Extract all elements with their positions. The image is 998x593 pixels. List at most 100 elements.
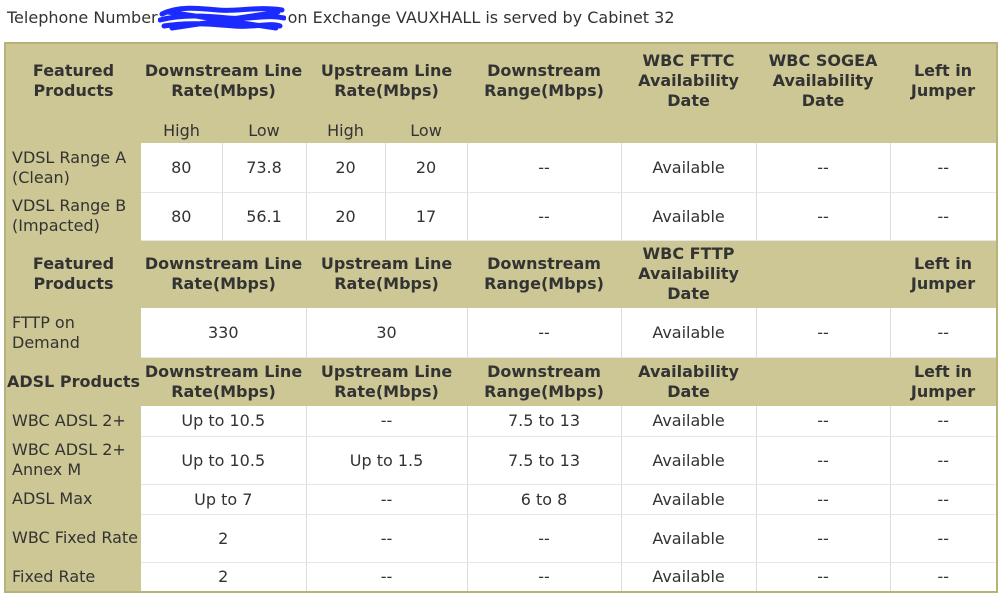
left-in-jumper: --	[890, 192, 998, 241]
table-row: Fixed Rate 2 -- -- Available -- --	[5, 562, 998, 593]
downstream-range: 6 to 8	[467, 484, 622, 515]
col-wbc-sogea-date: WBC SOGEA Availability Date	[756, 43, 891, 118]
fttp-availability: Available	[621, 308, 757, 358]
upstream-rate: --	[306, 484, 468, 515]
left-in-jumper: --	[890, 562, 998, 593]
adsl-header-row: ADSL Products Downstream Line Rate(Mbps)…	[5, 357, 998, 406]
downstream-low: 56.1	[222, 192, 307, 241]
product-name: VDSL Range A (Clean)	[5, 143, 141, 192]
col-upstream-line-rate: Upstream Line Rate(Mbps)	[306, 357, 468, 406]
subheader-blank	[467, 118, 622, 143]
upstream-rate: 30	[306, 308, 468, 358]
downstream-range: --	[467, 143, 622, 193]
broadband-availability-table: Featured Products Downstream Line Rate(M…	[4, 42, 998, 593]
col-upstream-line-rate: Upstream Line Rate(Mbps)	[306, 43, 468, 118]
table-row: VDSL Range A (Clean) 80 73.8 20 20 -- Av…	[5, 143, 998, 193]
extra-availability: --	[756, 436, 891, 485]
subheader-up-high: High	[306, 118, 386, 143]
downstream-rate: Up to 10.5	[141, 406, 307, 437]
extra-availability: --	[756, 308, 891, 358]
upstream-rate: --	[306, 406, 468, 437]
subheader-up-low: Low	[385, 118, 468, 143]
col-downstream-line-rate: Downstream Line Rate(Mbps)	[141, 43, 307, 118]
sogea-availability: --	[756, 192, 891, 241]
extra-availability: --	[756, 484, 891, 515]
fttp-header-row: Featured Products Downstream Line Rate(M…	[5, 240, 998, 308]
summary-prefix: Telephone Number	[7, 8, 158, 27]
sogea-availability: --	[756, 143, 891, 193]
col-downstream-range: Downstream Range(Mbps)	[467, 43, 622, 118]
extra-availability: --	[756, 406, 891, 437]
product-name: ADSL Max	[5, 484, 141, 514]
downstream-range: --	[467, 192, 622, 241]
downstream-high: 80	[141, 143, 223, 193]
subheader-blank	[621, 118, 757, 143]
col-downstream-line-rate: Downstream Line Rate(Mbps)	[141, 357, 307, 406]
downstream-low: 73.8	[222, 143, 307, 193]
col-adsl-products: ADSL Products	[5, 357, 141, 406]
upstream-rate: --	[306, 562, 468, 593]
col-downstream-range: Downstream Range(Mbps)	[467, 240, 622, 308]
product-name: VDSL Range B (Impacted)	[5, 192, 141, 240]
col-left-in-jumper: Left in Jumper	[890, 357, 998, 406]
col-wbc-fttp-date: WBC FTTP Availability Date	[621, 240, 757, 308]
downstream-rate: Up to 10.5	[141, 436, 307, 485]
downstream-rate: 2	[141, 562, 307, 593]
product-name: FTTP on Demand	[5, 308, 141, 357]
availability: Available	[621, 514, 757, 563]
product-name: WBC ADSL 2+ Annex M	[5, 436, 141, 484]
downstream-range: 7.5 to 13	[467, 436, 622, 485]
subheader-down-low: Low	[222, 118, 307, 143]
downstream-range: --	[467, 308, 622, 358]
col-blank	[756, 357, 891, 406]
left-in-jumper: --	[890, 406, 998, 437]
availability: Available	[621, 484, 757, 515]
rate-subheader-row: High Low High Low	[5, 118, 998, 143]
upstream-low: 17	[385, 192, 468, 241]
table-row: WBC ADSL 2+ Annex M Up to 10.5 Up to 1.5…	[5, 436, 998, 485]
col-featured-products: Featured Products	[5, 43, 141, 118]
product-name: WBC ADSL 2+	[5, 406, 141, 436]
upstream-high: 20	[306, 192, 386, 241]
availability: Available	[621, 406, 757, 437]
product-name: WBC Fixed Rate	[5, 514, 141, 562]
table-row: WBC Fixed Rate 2 -- -- Available -- --	[5, 514, 998, 563]
col-upstream-line-rate: Upstream Line Rate(Mbps)	[306, 240, 468, 308]
extra-availability: --	[756, 562, 891, 593]
col-left-in-jumper: Left in Jumper	[890, 240, 998, 308]
table-row: WBC ADSL 2+ Up to 10.5 -- 7.5 to 13 Avai…	[5, 406, 998, 437]
downstream-rate: 330	[141, 308, 307, 358]
fttc-availability: Available	[621, 192, 757, 241]
upstream-rate: Up to 1.5	[306, 436, 468, 485]
upstream-high: 20	[306, 143, 386, 193]
upstream-low: 20	[385, 143, 468, 193]
availability-summary: Telephone Number on Exchange VAUXHALL is …	[7, 5, 675, 30]
left-in-jumper: --	[890, 484, 998, 515]
col-left-in-jumper: Left in Jumper	[890, 43, 998, 118]
col-availability-date: Availability Date	[621, 357, 757, 406]
downstream-rate: 2	[141, 514, 307, 563]
availability: Available	[621, 562, 757, 593]
left-in-jumper: --	[890, 308, 998, 358]
subheader-down-high: High	[141, 118, 222, 143]
product-name: Fixed Rate	[5, 562, 141, 592]
left-in-jumper: --	[890, 436, 998, 485]
left-in-jumper: --	[890, 143, 998, 193]
col-blank	[756, 240, 891, 308]
table-row: VDSL Range B (Impacted) 80 56.1 20 17 --…	[5, 192, 998, 241]
downstream-range: --	[467, 562, 622, 593]
col-downstream-line-rate: Downstream Line Rate(Mbps)	[141, 240, 307, 308]
col-featured-products: Featured Products	[5, 240, 141, 308]
subheader-blank	[890, 118, 998, 143]
table-row: FTTP on Demand 330 30 -- Available -- --	[5, 308, 998, 358]
downstream-rate: Up to 7	[141, 484, 307, 515]
fttc-header-row: Featured Products Downstream Line Rate(M…	[5, 43, 998, 118]
downstream-high: 80	[141, 192, 223, 241]
availability: Available	[621, 436, 757, 485]
col-downstream-range: Downstream Range(Mbps)	[467, 357, 622, 406]
table-row: ADSL Max Up to 7 -- 6 to 8 Available -- …	[5, 484, 998, 515]
subheader-blank	[756, 118, 891, 143]
redaction-scribble	[157, 5, 286, 30]
downstream-range: --	[467, 514, 622, 563]
upstream-rate: --	[306, 514, 468, 563]
